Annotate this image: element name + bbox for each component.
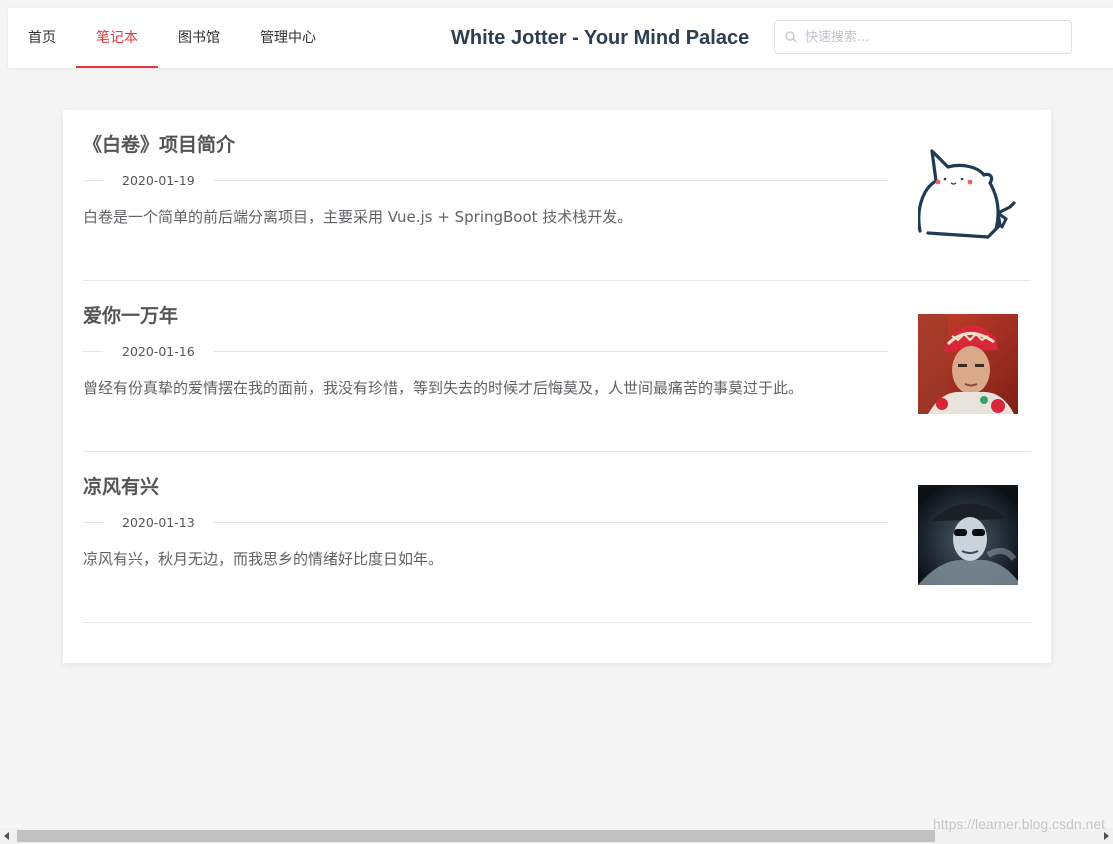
search-input[interactable] [805, 21, 1065, 53]
article-title[interactable]: 爱你一万年 [83, 301, 178, 328]
article-date: 2020-01-19 [122, 173, 195, 188]
scrollbar-thumb[interactable] [17, 830, 935, 842]
article-summary: 曾经有份真挚的爱情摆在我的面前，我没有珍惜，等到失去的时候才后悔莫及，人世间最痛… [83, 379, 804, 397]
article-thumbnail[interactable] [918, 314, 1018, 414]
article-item: 爱你一万年 2020-01-16 曾经有份真挚的爱情摆在我的面前，我没有珍惜，等… [83, 281, 1031, 452]
portrait-photo-icon [918, 485, 1018, 585]
article-thumbnail[interactable] [918, 485, 1018, 585]
nav-item-home[interactable]: 首页 [8, 8, 76, 68]
scroll-right-arrow-icon[interactable] [1104, 832, 1109, 840]
portrait-photo-icon [918, 314, 1018, 414]
article-title[interactable]: 凉风有兴 [83, 472, 159, 499]
divider [83, 522, 103, 523]
nav-item-notebook[interactable]: 笔记本 [76, 8, 158, 68]
top-navbar: 首页 笔记本 图书馆 管理中心 White Jotter - Your Mind… [8, 8, 1113, 68]
nav-item-library[interactable]: 图书馆 [158, 8, 240, 68]
article-item: 《白卷》项目简介 2020-01-19 白卷是一个简单的前后端分离项目，主要采用… [83, 110, 1031, 281]
divider [214, 180, 888, 181]
article-item: 凉风有兴 2020-01-13 凉风有兴，秋月无边，而我思乡的情绪好比度日如年。 [83, 452, 1031, 623]
divider [214, 351, 888, 352]
scroll-left-arrow-icon[interactable] [4, 832, 9, 840]
article-date-row: 2020-01-19 [83, 173, 888, 189]
nav-item-admin[interactable]: 管理中心 [240, 8, 336, 68]
article-date-row: 2020-01-13 [83, 515, 888, 531]
nav-menu: 首页 笔记本 图书馆 管理中心 [8, 8, 336, 68]
article-summary: 凉风有兴，秋月无边，而我思乡的情绪好比度日如年。 [83, 550, 444, 568]
search-icon [785, 31, 797, 43]
cat-illustration-icon [918, 143, 1018, 243]
article-summary: 白卷是一个简单的前后端分离项目，主要采用 Vue.js + SpringBoot… [83, 208, 633, 226]
article-date: 2020-01-13 [122, 515, 195, 530]
article-thumbnail[interactable] [918, 143, 1018, 243]
article-date-row: 2020-01-16 [83, 344, 888, 360]
article-title[interactable]: 《白卷》项目简介 [83, 130, 235, 157]
divider [214, 522, 888, 523]
article-date: 2020-01-16 [122, 344, 195, 359]
site-title: White Jotter - Your Mind Palace [451, 27, 750, 49]
divider [83, 180, 103, 181]
article-list: 《白卷》项目简介 2020-01-19 白卷是一个简单的前后端分离项目，主要采用… [63, 110, 1051, 663]
search-box[interactable] [774, 20, 1072, 54]
divider [83, 351, 103, 352]
watermark: https://learner.blog.csdn.net [933, 816, 1105, 832]
